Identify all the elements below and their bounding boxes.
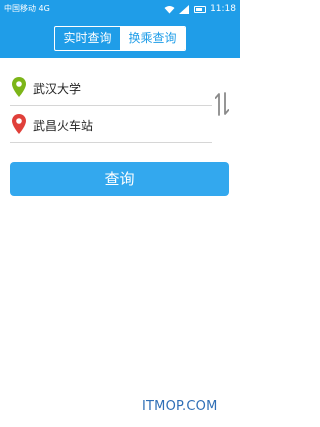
- watermark-text: ITMOP.COM: [142, 399, 218, 414]
- swap-icon[interactable]: [215, 92, 229, 116]
- status-icons: 11:18: [164, 0, 236, 18]
- query-mode-tabs: 实时查询 换乘查询: [54, 26, 186, 51]
- tab-transfer-query[interactable]: 换乘查询: [120, 27, 185, 50]
- pin-green-icon: [12, 77, 26, 97]
- start-location-text: 武汉大学: [33, 82, 82, 96]
- battery-icon: [194, 5, 207, 13]
- end-location-field[interactable]: 武昌火车站: [10, 107, 212, 143]
- wifi-icon: [164, 5, 175, 13]
- start-location-field[interactable]: 武汉大学: [10, 70, 212, 106]
- tab-realtime-query[interactable]: 实时查询: [55, 27, 120, 50]
- carrier-label: 中国移动 4G: [4, 4, 50, 13]
- status-bar: 中国移动 4G 11:18: [0, 0, 240, 18]
- status-time: 11:18: [210, 4, 236, 14]
- pin-red-icon: [12, 114, 26, 134]
- query-button[interactable]: 查询: [10, 162, 229, 196]
- header-bar: 实时查询 换乘查询: [0, 18, 240, 58]
- end-location-text: 武昌火车站: [33, 119, 94, 133]
- signal-icon: [179, 4, 190, 14]
